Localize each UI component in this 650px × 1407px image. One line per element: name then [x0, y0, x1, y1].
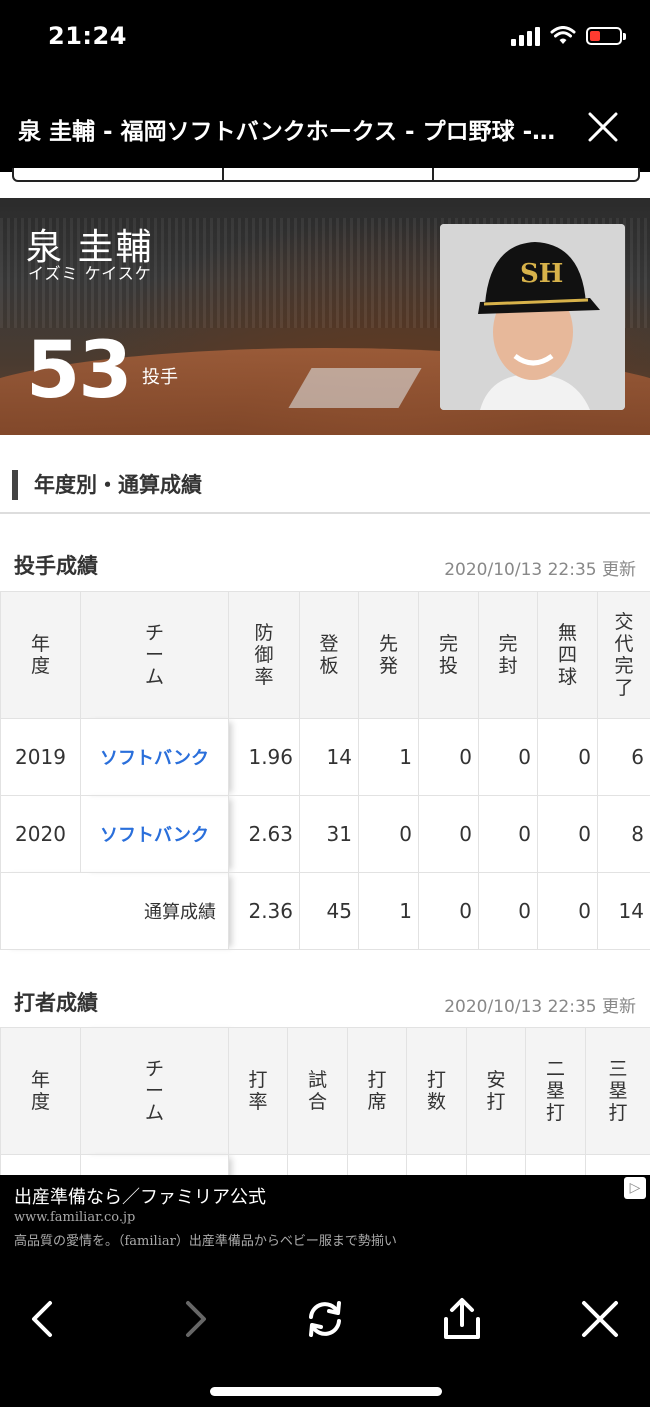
ad-title[interactable]: 出産準備なら／ファミリア公式 — [14, 1183, 266, 1209]
header-games[interactable]: 試合 — [287, 1027, 348, 1155]
section-title: 年度別・通算成績 — [12, 470, 202, 500]
batting-heading: 打者成績 — [14, 991, 98, 1015]
header-doubles[interactable]: 二塁打 — [525, 1027, 586, 1155]
header-triples[interactable]: 三塁打 — [585, 1027, 650, 1155]
era-cell: 2.63 — [228, 795, 300, 873]
player-kana: イズミ ケイスケ — [28, 264, 152, 283]
signal-icon — [511, 26, 540, 46]
home-plate-area — [288, 368, 422, 408]
era-cell: 1.96 — [228, 718, 300, 796]
browser-title-bar: 泉 圭輔 - 福岡ソフトバンクホークス - プロ野球 - スポーツナビ — [0, 80, 650, 172]
table-row: 2019 ソフトバンク 1.96 14 1 0 0 0 6 — [0, 718, 650, 796]
ad-url: www.familiar.co.jp — [14, 1210, 136, 1225]
header-ab[interactable]: 打数 — [406, 1027, 467, 1155]
header-year: 年度 — [0, 591, 81, 719]
nowalk-cell: 0 — [537, 872, 598, 950]
uniform-number: 53 — [26, 326, 133, 416]
header-games[interactable]: 登板 — [299, 591, 359, 719]
header-team: チーム — [80, 1027, 229, 1155]
status-bar: 21:24 — [0, 0, 650, 80]
close-icon[interactable] — [578, 1297, 622, 1341]
sho-cell: 0 — [478, 718, 538, 796]
gf-cell: 14 — [597, 872, 650, 950]
player-hero: 泉 圭輔 イズミ ケイスケ 53 投手 SH — [0, 198, 650, 435]
year-cell: 2019 — [0, 718, 81, 796]
share-icon[interactable] — [440, 1297, 484, 1341]
header-avg[interactable]: 打率 — [228, 1027, 288, 1155]
ad-description: 高品質の愛情を。（familiar）出産準備品からベビー服まで勢揃い — [14, 1234, 397, 1249]
wifi-icon — [550, 26, 576, 44]
header-pa[interactable]: 打席 — [347, 1027, 407, 1155]
status-time: 21:24 — [48, 22, 127, 50]
header-complete-games[interactable]: 完投 — [418, 591, 479, 719]
team-link[interactable]: ソフトバンク — [80, 795, 229, 873]
pitching-table: 年度 チーム 防御率 登板 先発 完投 完封 無四球 交代完了 2019 ソフト… — [0, 591, 650, 950]
tab-strip — [12, 168, 640, 182]
batting-table: 年度 チーム 打率 試合 打席 打数 安打 二塁打 三塁打 — [0, 1027, 650, 1185]
nowalk-cell: 0 — [537, 795, 598, 873]
gf-cell: 6 — [597, 718, 650, 796]
chevron-left-icon[interactable] — [22, 1297, 66, 1341]
batting-updated: 2020/10/13 22:35 更新 — [444, 997, 636, 1017]
year-cell: 2020 — [0, 795, 81, 873]
games-cell: 14 — [299, 718, 359, 796]
ad-choices-icon[interactable]: ▷ — [624, 1177, 646, 1199]
player-photo: SH — [440, 224, 625, 410]
sho-cell: 0 — [478, 872, 538, 950]
header-year: 年度 — [0, 1027, 81, 1155]
header-hits[interactable]: 安打 — [466, 1027, 526, 1155]
total-label: 通算成績 — [0, 872, 229, 950]
games-cell: 31 — [299, 795, 359, 873]
browser-toolbar — [0, 1283, 650, 1407]
sho-cell: 0 — [478, 795, 538, 873]
pitching-heading: 投手成績 — [14, 554, 98, 578]
player-position: 投手 — [142, 367, 178, 388]
chevron-right-icon[interactable] — [172, 1297, 216, 1341]
svg-text:SH: SH — [520, 259, 563, 289]
section-divider — [0, 512, 650, 514]
pitching-updated: 2020/10/13 22:35 更新 — [444, 560, 636, 580]
header-shutouts[interactable]: 完封 — [478, 591, 538, 719]
starts-cell: 1 — [358, 718, 419, 796]
era-cell: 2.36 — [228, 872, 300, 950]
header-starts[interactable]: 先発 — [358, 591, 419, 719]
battery-icon — [586, 27, 626, 45]
reload-icon[interactable] — [303, 1297, 347, 1341]
cg-cell: 0 — [418, 718, 479, 796]
header-no-walk[interactable]: 無四球 — [537, 591, 598, 719]
ad-banner[interactable]: 出産準備なら／ファミリア公式 www.familiar.co.jp 高品質の愛情… — [0, 1175, 650, 1283]
header-team: チーム — [80, 591, 229, 719]
team-link[interactable]: ソフトバンク — [80, 718, 229, 796]
header-era[interactable]: 防御率 — [228, 591, 300, 719]
page-title: 泉 圭輔 - 福岡ソフトバンクホークス - プロ野球 - スポーツナビ — [18, 119, 558, 145]
home-indicator — [210, 1387, 442, 1396]
total-row: 通算成績 2.36 45 1 0 0 0 14 — [0, 872, 650, 950]
cg-cell: 0 — [418, 795, 479, 873]
batting-header-row: 年度 チーム 打率 試合 打席 打数 安打 二塁打 三塁打 — [0, 1027, 650, 1155]
table-row: 2020 ソフトバンク 2.63 31 0 0 0 0 8 — [0, 795, 650, 873]
starts-cell: 0 — [358, 795, 419, 873]
starts-cell: 1 — [358, 872, 419, 950]
close-icon[interactable] — [586, 110, 620, 144]
games-cell: 45 — [299, 872, 359, 950]
status-icons — [511, 26, 626, 46]
nowalk-cell: 0 — [537, 718, 598, 796]
header-games-finished[interactable]: 交代完了 — [597, 591, 650, 719]
pitching-header-row: 年度 チーム 防御率 登板 先発 完投 完封 無四球 交代完了 — [0, 591, 650, 719]
gf-cell: 8 — [597, 795, 650, 873]
cg-cell: 0 — [418, 872, 479, 950]
player-portrait-image: SH — [440, 224, 625, 410]
